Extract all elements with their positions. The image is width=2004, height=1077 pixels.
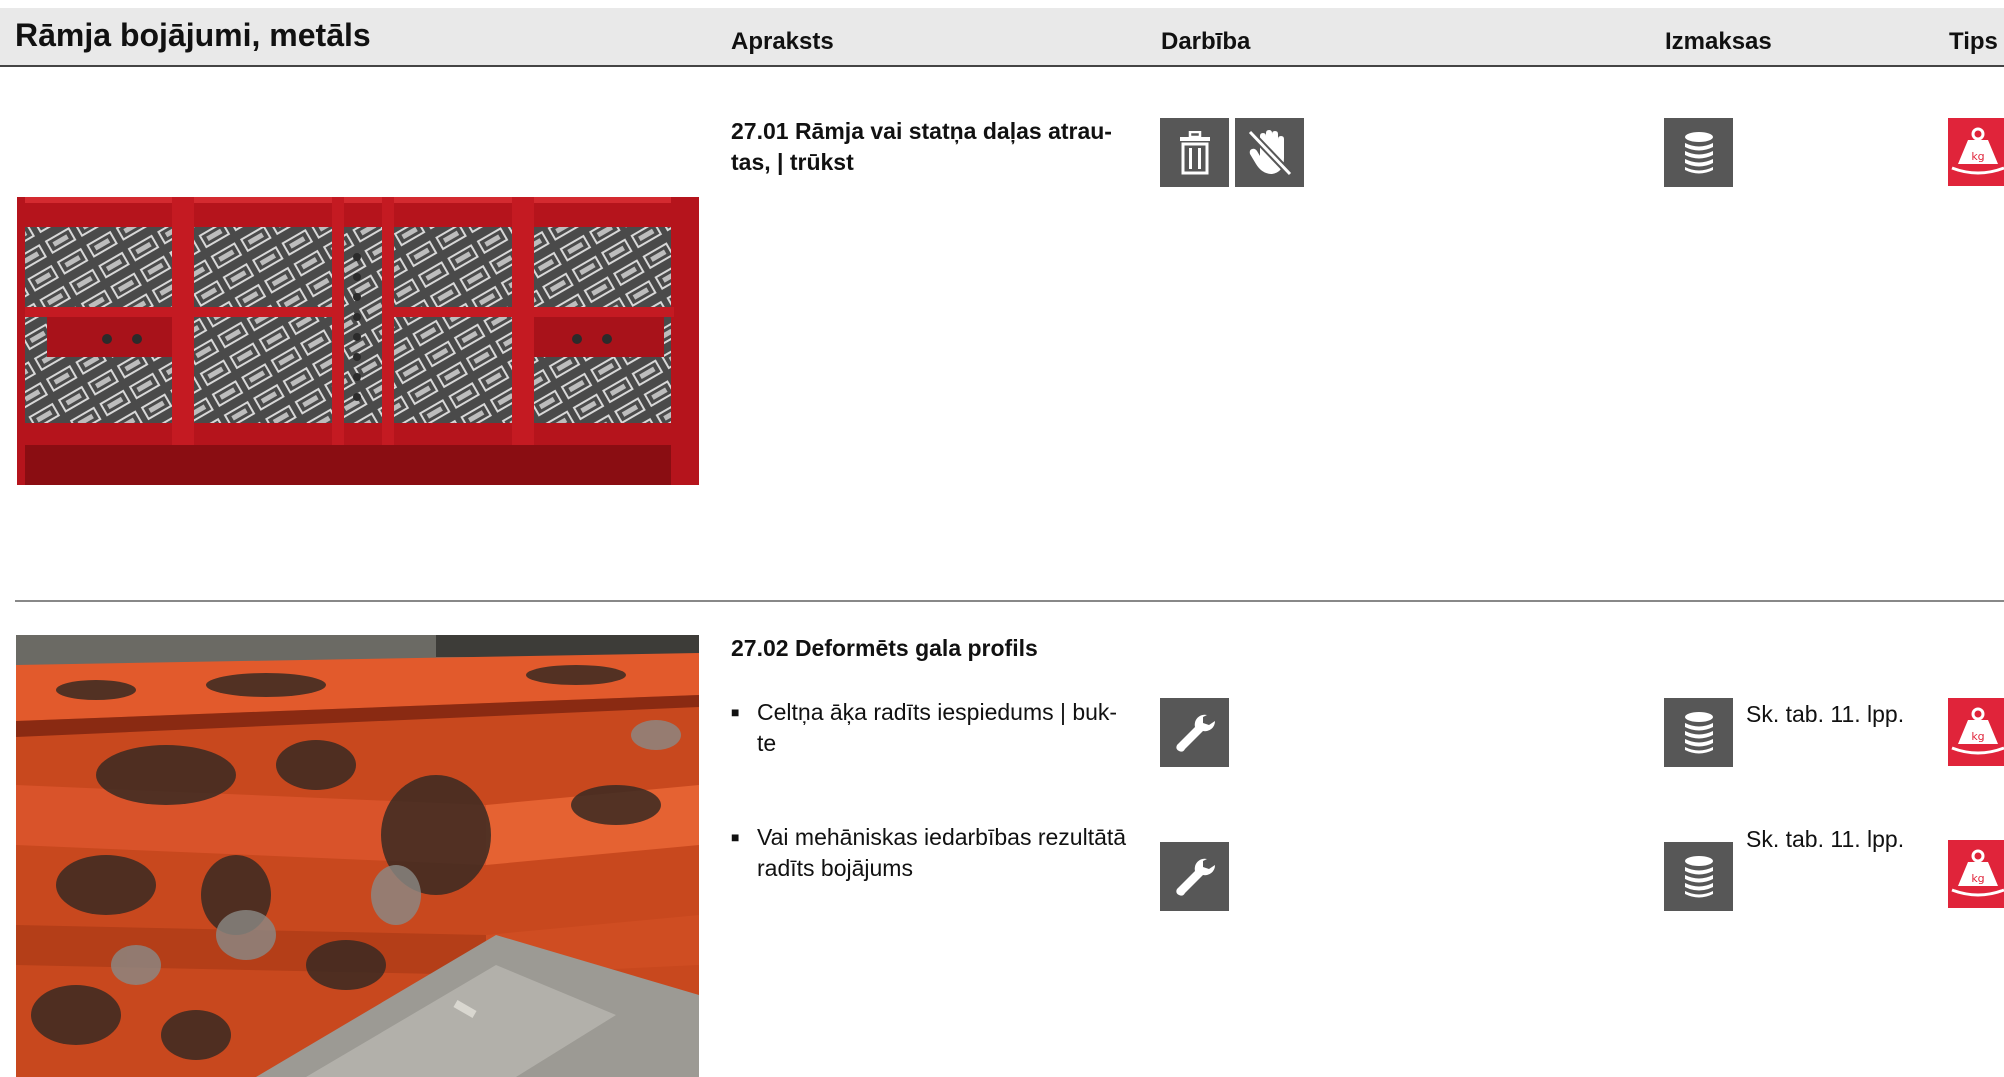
weight-kg-icon: kg (1948, 118, 2004, 186)
formwork-frame-image (17, 197, 699, 485)
wrench-icon (1160, 842, 1229, 911)
bullet-mark: ■ (731, 704, 740, 720)
column-header-action: Darbība (1161, 28, 1251, 55)
table-header: Rāmja bojājumi, metāls Apraksts Darbība … (0, 8, 2004, 67)
svg-text:kg: kg (1971, 872, 1984, 885)
svg-text:kg: kg (1971, 730, 1984, 743)
table-reference: Sk. tab. 11. lpp. (1746, 826, 1905, 852)
no-hand-icon (1235, 118, 1304, 187)
weight-kg-icon: kg (1948, 840, 2004, 908)
svg-text:kg: kg (1971, 150, 1984, 163)
column-header-cost: Izmaksas (1665, 28, 1772, 55)
column-header-description: Apraksts (731, 28, 834, 55)
section-divider (15, 600, 2004, 602)
column-header-type: Tips (1949, 28, 1998, 55)
coin-stack-icon (1664, 118, 1733, 187)
section-title-27-02: 27.02 Deformēts gala profils (731, 635, 1038, 661)
list-item-text: Celtņa āķa radīts iespiedums | buk- te (757, 699, 1118, 756)
table-reference: Sk. tab. 11. lpp. (1746, 701, 1905, 727)
coin-stack-icon (1664, 698, 1733, 767)
list-item-text: Vai mehāniskas iedarbības rezultātā radī… (757, 824, 1127, 881)
coin-stack-icon (1664, 842, 1733, 911)
list-item: ■ Vai mehāniskas iedarbības rezultātā ra… (731, 822, 1161, 886)
weight-kg-icon: kg (1948, 698, 2004, 766)
page-title: Rāmja bojājumi, metāls (15, 17, 371, 53)
section-title-27-01: 27.01 Rāmja vai statņa daļas atrau- tas,… (731, 118, 1112, 175)
rusty-end-profile-photo (16, 635, 699, 1077)
trash-icon (1160, 118, 1229, 187)
list-item: ■ Celtņa āķa radīts iespiedums | buk- te (731, 697, 1161, 761)
bullet-mark: ■ (731, 829, 740, 845)
wrench-icon (1160, 698, 1229, 767)
